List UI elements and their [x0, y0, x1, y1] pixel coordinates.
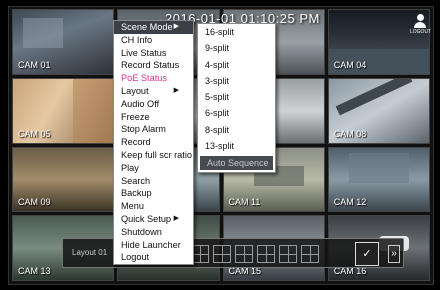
menu-item-freeze[interactable]: Freeze — [114, 111, 193, 124]
user-icon-body — [414, 22, 426, 28]
menu-item-label: Backup — [121, 188, 152, 199]
menu-item-backup[interactable]: Backup — [114, 187, 193, 200]
scene-block — [73, 78, 113, 143]
camera-label: CAM 08 — [333, 128, 367, 139]
split-layout-icon[interactable] — [213, 245, 231, 263]
submenu-item-5-split[interactable]: 5-split — [198, 89, 275, 105]
submenu-arrow-icon: ▶ — [173, 23, 179, 30]
logout-label: LOGOUT — [410, 29, 432, 35]
menu-item-label: Record — [121, 137, 151, 148]
menu-item-record-status[interactable]: Record Status — [114, 59, 193, 72]
camera-label: CAM 09 — [18, 197, 51, 208]
submenu-item-16-split[interactable]: 16-split — [198, 24, 275, 40]
submenu-item-auto-sequence: Auto Sequence — [200, 156, 273, 171]
menu-item-menu[interactable]: Menu — [114, 200, 193, 213]
menu-item-keep-full-scr-ratio[interactable]: Keep full scr ratio — [114, 149, 193, 162]
menu-item-label: Audio Off — [121, 98, 160, 109]
camera-tile-8[interactable]: CAM 08 — [327, 77, 430, 144]
menu-item-logout[interactable]: Logout — [114, 251, 193, 264]
menu-item-poe-status[interactable]: PoE Status — [114, 72, 193, 85]
menu-item-label: PoE Status — [121, 73, 167, 84]
menu-item-shutdown[interactable]: Shutdown — [114, 226, 193, 239]
menu-item-quick-setup[interactable]: Quick Setup ▶ — [114, 213, 193, 226]
camera-label: CAM 05 — [18, 128, 51, 139]
split-layout-icon[interactable] — [235, 245, 253, 263]
menu-item-layout[interactable]: Layout ▶ — [114, 85, 193, 98]
menu-item-label: Play — [121, 162, 139, 173]
scene-block — [348, 152, 409, 183]
scene-block — [335, 78, 413, 116]
sequence-button[interactable]: ✓ — [355, 242, 379, 266]
menu-item-label: Record Status — [121, 60, 180, 71]
more-arrow-icon[interactable]: » — [388, 245, 400, 263]
logout-button[interactable]: LOGOUT — [410, 14, 432, 38]
menu-item-label: Live Status — [121, 47, 167, 58]
submenu-item-6-split[interactable]: 6-split — [198, 105, 275, 121]
menu-item-label: Hide Launcher — [121, 239, 181, 250]
camera-label: CAM 12 — [333, 197, 367, 208]
menu-item-label: Layout — [121, 85, 149, 96]
menu-item-ch-info[interactable]: CH Info — [114, 34, 193, 47]
camera-label: CAM 11 — [228, 197, 261, 208]
menu-item-live-status[interactable]: Live Status — [114, 47, 193, 60]
menu-item-label: Search — [121, 175, 151, 186]
menu-item-label: Shutdown — [121, 226, 162, 237]
menu-item-scene-mode[interactable]: Scene Mode ▶ — [114, 21, 193, 34]
scene-block — [23, 18, 63, 48]
camera-tile-5[interactable]: CAM 05 — [12, 77, 115, 144]
submenu-arrow-icon: ▶ — [173, 214, 179, 222]
submenu-item-9-split[interactable]: 9-split — [198, 40, 275, 56]
camera-label: CAM 13 — [18, 266, 51, 276]
menu-item-label: Menu — [121, 201, 144, 212]
camera-label: CAM 01 — [18, 59, 51, 70]
camera-label: CAM 04 — [333, 59, 367, 70]
menu-item-label: Keep full scr ratio — [121, 149, 192, 160]
menu-item-search[interactable]: Search — [114, 175, 193, 188]
menu-item-label: Freeze — [121, 111, 150, 122]
camera-tile-9[interactable]: CAM 09 — [12, 146, 115, 213]
context-menu: Scene Mode ▶ CH Info Live Status Record S… — [113, 20, 194, 266]
menu-item-stop-alarm[interactable]: Stop Alarm — [114, 123, 193, 136]
menu-item-hide-launcher[interactable]: Hide Launcher — [114, 239, 193, 252]
layout-selector[interactable]: Layout 01 — [72, 248, 107, 257]
user-icon — [416, 14, 424, 21]
split-layout-icon[interactable] — [279, 245, 297, 263]
submenu-item-8-split[interactable]: 8-split — [198, 122, 275, 138]
menu-item-play[interactable]: Play — [114, 162, 193, 175]
menu-item-label: CH Info — [121, 34, 153, 45]
menu-item-label: Logout — [121, 252, 150, 263]
menu-item-label: Scene Mode — [121, 22, 173, 32]
menu-item-label: Stop Alarm — [121, 124, 166, 135]
split-layout-icon[interactable] — [301, 245, 319, 263]
menu-item-audio-off[interactable]: Audio Off — [114, 98, 193, 111]
submenu-item-13-split[interactable]: 13-split — [198, 138, 275, 154]
split-layout-icon[interactable] — [257, 245, 275, 263]
submenu-item-3-split[interactable]: 3-split — [198, 73, 275, 89]
submenu-arrow-icon: ▶ — [173, 86, 179, 94]
menu-item-label: Quick Setup — [121, 213, 172, 224]
scene-mode-submenu: 16-split 9-split 4-split 3-split 5-split… — [197, 23, 276, 174]
camera-tile-1[interactable]: CAM 01 — [12, 9, 115, 75]
menu-item-record[interactable]: Record — [114, 136, 193, 149]
camera-tile-12[interactable]: CAM 12 — [327, 146, 430, 213]
submenu-item-4-split[interactable]: 4-split — [198, 57, 275, 73]
